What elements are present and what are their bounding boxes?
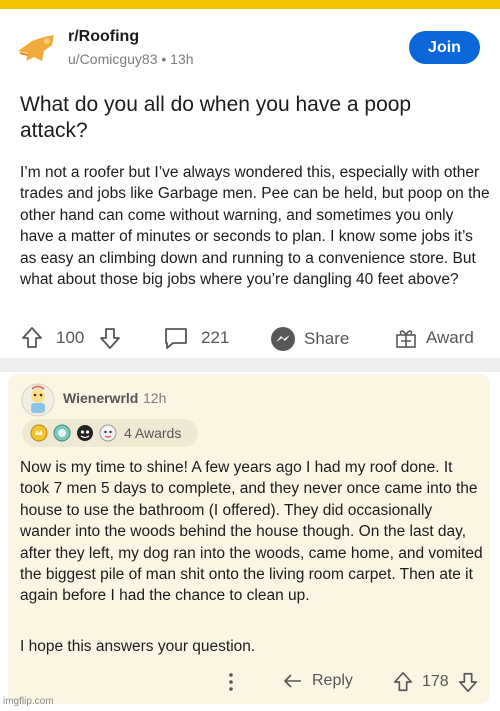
face-award-icon (77, 425, 93, 441)
comment-time: 12h (143, 390, 167, 406)
reply-label: Reply (312, 672, 353, 689)
upvote-group: 100 (20, 326, 122, 350)
upvote-icon[interactable] (20, 326, 44, 350)
section-divider (0, 358, 500, 372)
award-button[interactable]: Award (394, 326, 474, 350)
post-meta[interactable]: u/Comicguy83 • 13h (68, 51, 194, 67)
comment-username[interactable]: Wienerwrld (63, 390, 138, 406)
top-accent-strip (0, 0, 500, 9)
comments-button[interactable]: 221 (163, 326, 229, 350)
more-options-icon (229, 673, 233, 691)
award-label: Award (426, 328, 474, 347)
comment-upvote-icon[interactable] (392, 671, 414, 693)
subreddit-avatar-icon[interactable] (14, 31, 58, 67)
comment-bubble-icon (165, 328, 187, 349)
comment-card: Wienerwrld 12h 4 Awards Now is my time t… (8, 374, 490, 704)
downvote-icon[interactable] (98, 326, 122, 350)
reply-arrow-icon (284, 674, 301, 688)
messenger-share-icon (271, 327, 295, 351)
post-action-bar: 100 221 Share Award (0, 318, 500, 358)
comment-downvote-icon[interactable] (457, 671, 479, 693)
upvote-count: 100 (56, 328, 85, 347)
awards-pill[interactable]: 4 Awards (22, 419, 198, 447)
comment-score: 178 (422, 673, 449, 690)
post-header: r/Roofing u/Comicguy83 • 13h Join (0, 9, 500, 79)
award-gift-icon (396, 330, 416, 348)
comment-count: 221 (201, 328, 230, 347)
user-avatar-icon[interactable] (20, 382, 56, 418)
post-body: I’m not a roofer but I’ve always wondere… (20, 164, 490, 289)
join-button[interactable]: Join (409, 31, 480, 64)
watermark-text: imgflip.com (3, 696, 54, 707)
subreddit-name[interactable]: r/Roofing (68, 28, 139, 46)
awards-count-label: 4 Awards (124, 425, 182, 441)
more-options-button[interactable] (226, 671, 236, 693)
post-title: What do you all do when you have a poop … (20, 93, 412, 142)
comment-action-bar: Reply 178 (8, 669, 490, 699)
comment-body: Now is my time to shine! A few years ago… (20, 459, 483, 605)
wholesome-award-icon (99, 424, 117, 442)
reply-button[interactable]: Reply (282, 671, 353, 691)
comment-answer: I hope this answers your question. (20, 638, 256, 655)
share-button[interactable]: Share (270, 326, 349, 352)
comment-vote-group: 178 (392, 671, 479, 693)
gold-award-icon (30, 424, 48, 442)
share-label: Share (304, 329, 350, 348)
silver-award-icon (53, 424, 71, 442)
